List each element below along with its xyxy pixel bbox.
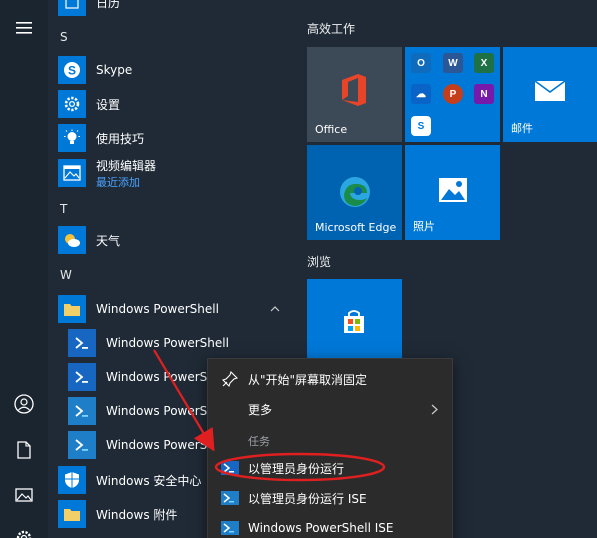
annotation-overlay: [153, 349, 386, 482]
annotation-arrow: [153, 349, 215, 452]
annotation-circle: [214, 452, 386, 482]
